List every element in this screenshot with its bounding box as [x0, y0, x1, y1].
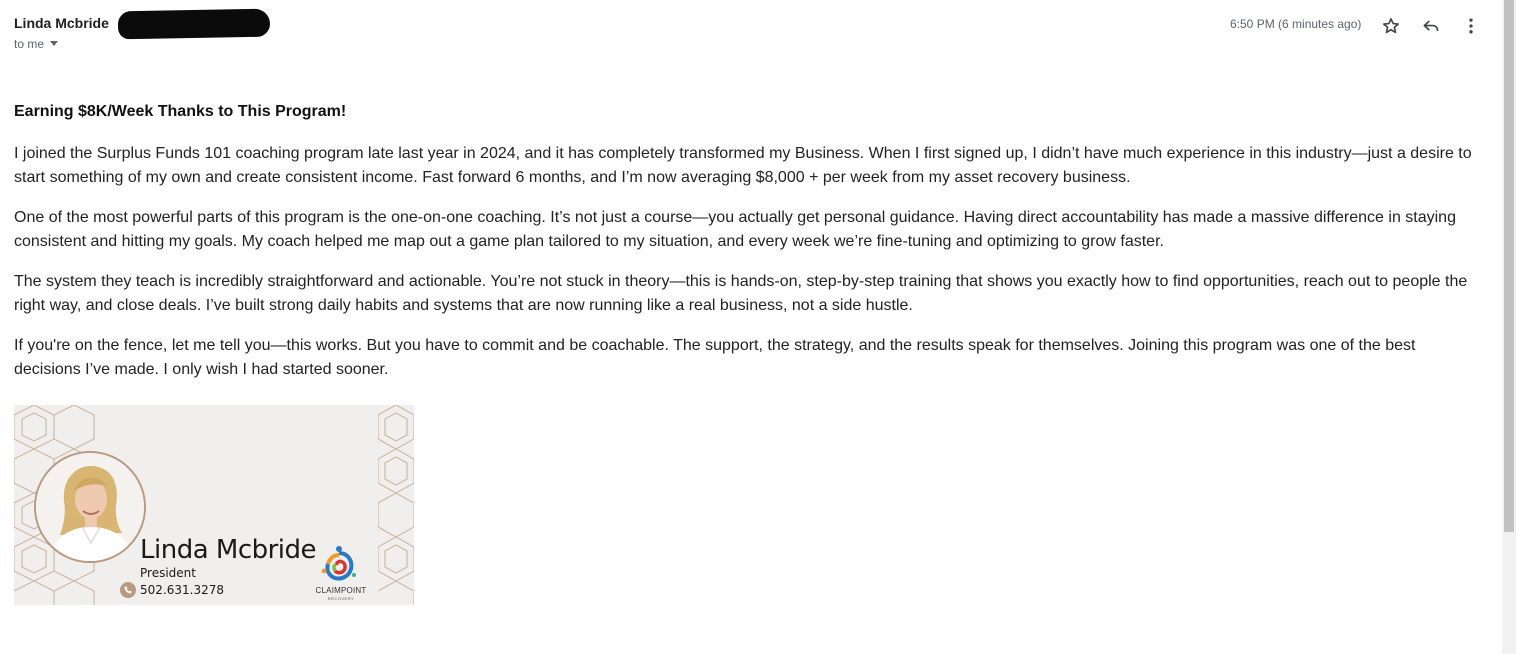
logo-text: CLAIMPOINT	[315, 586, 367, 595]
sender-name[interactable]: Linda Mcbride	[14, 14, 109, 32]
scrollbar-thumb[interactable]	[1504, 0, 1514, 532]
email-paragraph: I joined the Surplus Funds 101 coaching …	[14, 145, 1472, 186]
recipient-dropdown[interactable]: to me	[14, 36, 59, 52]
star-icon[interactable]	[1379, 14, 1403, 38]
signature-title: President	[140, 566, 196, 580]
phone-icon	[120, 582, 136, 598]
recipient-label: to me	[14, 37, 45, 51]
logo-subtext: RECOVERY	[327, 596, 355, 601]
avatar	[34, 451, 146, 563]
email-paragraph: One of the most powerful parts of this p…	[14, 209, 1456, 250]
claimpoint-logo-icon	[321, 546, 356, 581]
more-vert-icon[interactable]	[1459, 14, 1483, 38]
email-subject: Earning $8K/Week Thanks to This Program!	[14, 103, 347, 120]
redacted-email-address	[117, 8, 271, 40]
signature-phone[interactable]: 502.631.3278	[140, 583, 224, 597]
signature-image: Linda Mcbride President 502.631.3278 CLA…	[14, 405, 414, 605]
email-body: I joined the Surplus Funds 101 coaching …	[14, 142, 1484, 398]
email-header: Linda Mcbride to me 6:50 PM (6 minutes a…	[14, 8, 1476, 54]
email-paragraph: The system they teach is incredibly stra…	[14, 273, 1468, 314]
scrollbar-track[interactable]	[1502, 0, 1516, 654]
geometric-pattern-right	[378, 405, 414, 605]
reply-icon[interactable]	[1419, 14, 1443, 38]
signature-name: Linda Mcbride	[140, 535, 317, 565]
email-timestamp: 6:50 PM (6 minutes ago)	[1230, 17, 1362, 31]
chevron-down-icon	[50, 41, 59, 47]
email-paragraph: If you're on the fence, let me tell you—…	[14, 337, 1416, 378]
